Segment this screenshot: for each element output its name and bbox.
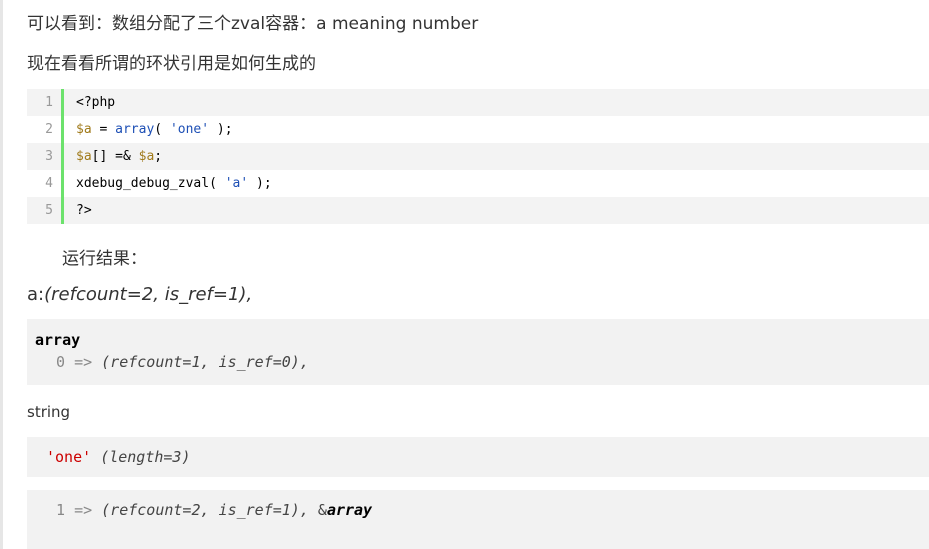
zval-a-line: a:(refcount=2, is_ref=1),	[27, 284, 252, 305]
line-number: 4	[45, 176, 53, 191]
line-number: 5	[45, 203, 53, 218]
code-variable: $a	[76, 149, 92, 164]
length-info: (length=3)	[100, 448, 191, 466]
array-keyword: array	[326, 501, 373, 519]
code-string: 'a'	[224, 176, 249, 191]
zval-info: (refcount=2, is_ref=1),	[44, 284, 253, 305]
line-number: 3	[45, 149, 53, 164]
code-function: xdebug_debug_zval	[76, 176, 210, 191]
zval-info: (refcount=1, is_ref=0),	[101, 353, 309, 371]
code-gutter-bar	[61, 197, 64, 224]
result-label: 运行结果：	[62, 249, 147, 269]
code-gutter-bar	[61, 170, 64, 197]
array-key: 1	[56, 501, 66, 519]
code-token: =	[91, 122, 116, 137]
arrow-symbol: =>	[74, 501, 93, 519]
array-keyword: array	[35, 331, 81, 349]
code-string: 'one'	[169, 122, 210, 137]
php-code-block: 1 <?php 2 $a = array( 'one' ); 3 $a[] =&…	[27, 89, 929, 224]
code-text: <?php	[76, 95, 116, 110]
code-token: );	[248, 176, 272, 191]
code-text: xdebug_debug_zval( 'a' );	[76, 176, 272, 191]
zval-info: (refcount=2, is_ref=1),	[101, 501, 309, 519]
line-number: 2	[45, 122, 53, 137]
code-line-5: 5 ?>	[27, 197, 929, 224]
zval-string-box: 'one' (length=3)	[27, 437, 929, 477]
string-label: string	[27, 403, 71, 421]
intro-text: 可以看到：数组分配了三个zval容器：a meaning number	[27, 14, 479, 34]
sub-heading-text: 现在看看所谓的环状引用是如何生成的	[27, 54, 316, 74]
code-line-1: 1 <?php	[27, 89, 929, 116]
var-name: a:	[27, 284, 45, 305]
code-line-4: 4 xdebug_debug_zval( 'a' );	[27, 170, 929, 197]
reference-symbol: &	[317, 501, 327, 519]
code-line-2: 2 $a = array( 'one' );	[27, 116, 929, 143]
code-token: (	[154, 122, 170, 137]
array-key: 0	[56, 353, 66, 371]
code-function: array	[115, 122, 155, 137]
zval-array-box: array 0 => (refcount=1, is_ref=0),	[27, 319, 929, 385]
zval-reference-box: 1 => (refcount=2, is_ref=1), &array	[27, 490, 929, 549]
code-variable: $a	[76, 122, 92, 137]
code-text: $a = array( 'one' );	[76, 122, 233, 137]
line-number: 1	[45, 95, 53, 110]
arrow-symbol: =>	[74, 353, 93, 371]
string-value: 'one'	[46, 448, 92, 466]
code-line-3: 3 $a[] =& $a;	[27, 143, 929, 170]
code-token: (	[209, 176, 225, 191]
code-text: $a[] =& $a;	[76, 149, 162, 164]
code-gutter-bar	[61, 143, 64, 170]
code-token: [] =&	[91, 149, 139, 164]
code-token: );	[209, 122, 233, 137]
code-variable: $a	[138, 149, 155, 164]
left-border-rule	[0, 0, 3, 549]
code-gutter-bar	[61, 116, 64, 143]
code-text: ?>	[76, 203, 92, 218]
code-token: ;	[154, 149, 163, 164]
code-gutter-bar	[61, 89, 64, 116]
